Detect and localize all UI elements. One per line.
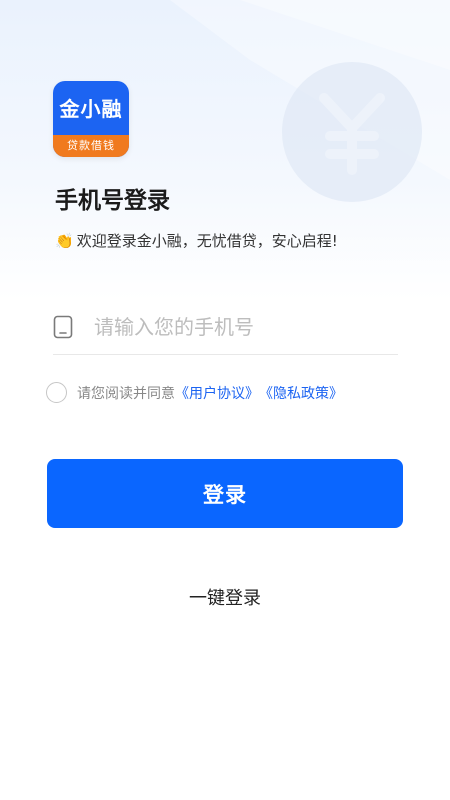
logo-tagline: 贷款借钱 xyxy=(53,135,129,157)
logo-app-name: 金小融 xyxy=(59,97,123,121)
clapping-hands-icon: 👏 xyxy=(55,231,74,250)
welcome-message: 👏 欢迎登录金小融，无忧借贷，安心启程! xyxy=(55,230,338,251)
phone-field-row xyxy=(53,300,398,355)
privacy-policy-link[interactable]: 《隐私政策》 xyxy=(259,383,343,403)
page-title: 手机号登录 xyxy=(55,188,170,214)
user-agreement-link[interactable]: 《用户协议》 xyxy=(175,383,259,403)
agreement-checkbox[interactable] xyxy=(46,382,67,403)
app-logo: 金小融 贷款借钱 xyxy=(53,81,129,157)
one-click-login-button[interactable]: 一键登录 xyxy=(0,584,450,610)
welcome-text: 欢迎登录金小融，无忧借贷，安心启程! xyxy=(76,232,338,250)
agreement-prefix: 请您阅读并同意 xyxy=(77,385,175,402)
agreement-row: 请您阅读并同意 《用户协议》 《隐私政策》 xyxy=(46,382,343,403)
login-button[interactable]: 登录 xyxy=(47,459,403,528)
phone-number-input[interactable] xyxy=(94,315,374,339)
phone-icon xyxy=(53,315,73,339)
